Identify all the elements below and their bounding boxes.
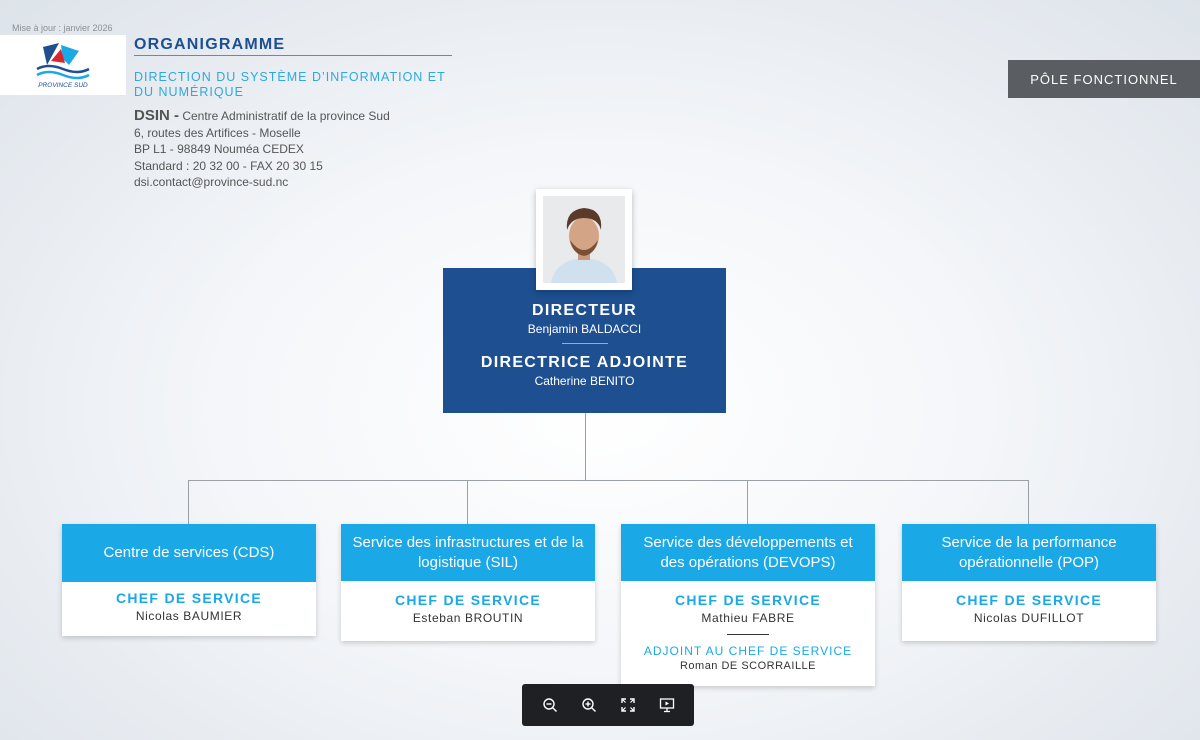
director-name: Benjamin BALDACCI — [527, 322, 642, 336]
service-card-sil[interactable]: Service des infrastructures et de la log… — [341, 524, 595, 641]
contact-address: DSIN - Centre Administratif de la provin… — [134, 107, 390, 191]
connector-drop-devops — [747, 480, 748, 524]
service-name: Service de la performance opérationnelle… — [902, 524, 1156, 581]
pole-tag: PÔLE FONCTIONNEL — [1008, 60, 1200, 98]
page-subtitle: DIRECTION DU SYSTÈME D’INFORMATION ET DU… — [134, 70, 446, 99]
viewer-toolbar — [522, 684, 694, 726]
chef-label: CHEF DE SERVICE — [955, 592, 1103, 608]
deputy-name: Catherine BENITO — [534, 374, 635, 388]
chef-label: CHEF DE SERVICE — [115, 590, 263, 606]
zoom-in-icon — [581, 698, 596, 712]
chef-label: CHEF DE SERVICE — [674, 592, 822, 608]
address-line-3: BP L1 - 98849 Nouméa CEDEX — [134, 142, 304, 156]
title-divider — [134, 55, 452, 56]
contact-email[interactable]: dsi.contact@province-sud.nc — [134, 174, 390, 191]
logo-text: PROVINCE SUD — [38, 82, 88, 89]
zoom-in-button[interactable] — [577, 693, 601, 717]
adjoint-label: ADJOINT AU CHEF DE SERVICE — [643, 644, 853, 658]
province-sud-logo: PROVINCE SUD — [0, 35, 126, 95]
connector-drop-cds — [188, 480, 189, 524]
director-role: DIRECTEUR — [531, 302, 638, 319]
director-photo-frame — [536, 189, 632, 290]
chef-name: Nicolas BAUMIER — [135, 609, 243, 623]
address-line-4: Standard : 20 32 00 - FAX 20 30 15 — [134, 158, 323, 173]
direction-separator — [561, 343, 608, 344]
logo-icon: PROVINCE SUD — [36, 43, 90, 89]
fullscreen-icon — [620, 698, 635, 712]
connector-drop-pop — [1028, 480, 1029, 524]
director-photo — [543, 196, 625, 283]
service-name: Service des développements et des opérat… — [621, 524, 875, 581]
zoom-out-icon — [542, 698, 557, 712]
chef-name: Nicolas DUFILLOT — [973, 611, 1085, 625]
adjoint-separator — [727, 634, 769, 635]
connector-drop-sil — [467, 480, 468, 524]
zoom-out-button[interactable] — [538, 693, 562, 717]
org-acronym: DSIN - — [134, 107, 179, 124]
deputy-role: DIRECTRICE ADJOINTE — [480, 354, 689, 371]
connector-vertical-main — [585, 413, 586, 480]
service-card-cds[interactable]: Centre de services (CDS) CHEF DE SERVICE… — [62, 524, 316, 636]
address-line-2: 6, routes des Artifices - Moselle — [134, 125, 301, 140]
adjoint-name: Roman DE SCORRAILLE — [679, 660, 817, 672]
update-date: Mise à jour : janvier 2026 — [12, 23, 113, 33]
service-card-pop[interactable]: Service de la performance opérationnelle… — [902, 524, 1156, 641]
presentation-button[interactable] — [655, 693, 679, 717]
page-title: ORGANIGRAMME — [134, 36, 286, 53]
service-name: Centre de services (CDS) — [62, 524, 316, 582]
address-line-1: Centre Administratif de la province Sud — [179, 109, 390, 123]
connector-horizontal — [188, 480, 1029, 481]
person-portrait-icon — [543, 196, 625, 283]
service-card-devops[interactable]: Service des développements et des opérat… — [621, 524, 875, 686]
fullscreen-button[interactable] — [616, 693, 640, 717]
chef-name: Mathieu FABRE — [701, 611, 795, 625]
chef-label: CHEF DE SERVICE — [394, 592, 542, 608]
presentation-icon — [659, 698, 674, 713]
chef-name: Esteban BROUTIN — [412, 611, 524, 625]
service-name: Service des infrastructures et de la log… — [341, 524, 595, 581]
